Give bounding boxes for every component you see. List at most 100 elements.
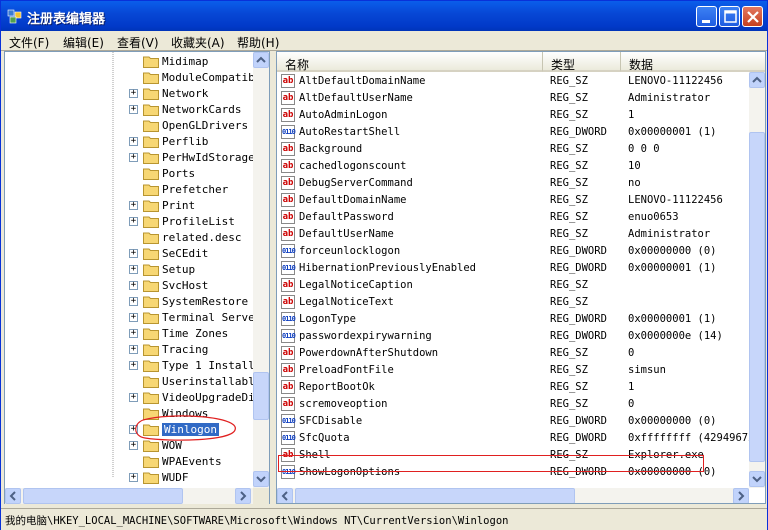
menu-favorites[interactable]: 收藏夹(A) xyxy=(171,34,225,50)
expand-toggle-icon[interactable]: + xyxy=(129,313,138,322)
scroll-left-button[interactable] xyxy=(5,488,21,504)
column-header-name[interactable]: 名称 xyxy=(277,52,543,72)
minimize-button[interactable] xyxy=(696,6,717,27)
value-row[interactable]: 0110 SFCDisable REG_DWORD 0x00000000 (0) xyxy=(277,413,765,430)
column-header-type[interactable]: 类型 xyxy=(543,52,621,72)
expand-toggle-icon[interactable]: + xyxy=(129,137,138,146)
string-value-icon: ab xyxy=(281,108,295,122)
expand-toggle-icon[interactable]: + xyxy=(129,345,138,354)
registry-tree-pane[interactable]: Midimap ModuleCompatib + Network + NetworkCar… xyxy=(4,51,270,504)
regedit-app-icon xyxy=(7,9,22,24)
value-row[interactable]: ab AutoAdminLogon REG_SZ 1 xyxy=(277,107,765,124)
folder-icon xyxy=(143,456,159,468)
list-horizontal-scrollbar[interactable] xyxy=(277,488,749,503)
value-row[interactable]: ab DefaultDomainName REG_SZ LENOVO-11122456 xyxy=(277,192,765,209)
menu-file[interactable]: 文件(F) xyxy=(9,34,49,50)
list-scroll-thumb[interactable] xyxy=(749,132,765,462)
close-button[interactable] xyxy=(742,6,763,27)
scroll-up-button[interactable] xyxy=(253,52,269,68)
dword-value-icon: 0110 xyxy=(281,312,296,326)
expand-toggle-icon[interactable]: + xyxy=(129,89,138,98)
value-row[interactable]: ab PreloadFontFile REG_SZ simsun xyxy=(277,362,765,379)
value-row[interactable]: ab cachedlogonscount REG_SZ 10 xyxy=(277,158,765,175)
value-data: 0 0 0 xyxy=(628,143,660,155)
value-row[interactable]: ab Background REG_SZ 0 0 0 xyxy=(277,141,765,158)
string-value-icon: ab xyxy=(281,380,295,394)
expand-toggle-icon[interactable]: + xyxy=(129,201,138,210)
column-header-data[interactable]: 数据 xyxy=(621,52,765,72)
value-row[interactable]: 0110 forceunlocklogon REG_DWORD 0x00000000 … xyxy=(277,243,765,260)
value-row[interactable]: ab DefaultUserName REG_SZ Administrator xyxy=(277,226,765,243)
value-type: REG_SZ xyxy=(550,211,588,223)
value-type: REG_SZ xyxy=(550,143,588,155)
value-row[interactable]: ab AltDefaultDomainName REG_SZ LENOVO-11122… xyxy=(277,73,765,90)
expand-toggle-icon[interactable]: + xyxy=(129,361,138,370)
value-type: REG_SZ xyxy=(550,160,588,172)
expand-toggle-icon[interactable]: + xyxy=(129,249,138,258)
tree-item-label: Network xyxy=(162,87,209,100)
scroll-corner xyxy=(253,488,269,504)
value-type: REG_SZ xyxy=(550,347,588,359)
folder-icon xyxy=(143,200,159,212)
list-scroll-down-button[interactable] xyxy=(749,471,765,487)
scroll-down-button[interactable] xyxy=(253,471,269,487)
value-row[interactable]: 0110 passwordexpirywarning REG_DWORD 0x0000… xyxy=(277,328,765,345)
expand-toggle-icon[interactable]: + xyxy=(129,393,138,402)
scroll-down-icon xyxy=(752,476,762,483)
value-row[interactable]: ab DefaultPassword REG_SZ enuo0653 xyxy=(277,209,765,226)
menu-view[interactable]: 查看(V) xyxy=(117,34,159,50)
value-row[interactable]: 0110 SfcQuota REG_DWORD 0xffffffff (4294967… xyxy=(277,430,765,447)
maximize-button[interactable] xyxy=(719,6,740,27)
value-row[interactable]: ab scremoveoption REG_SZ 0 xyxy=(277,396,765,413)
expand-toggle-icon[interactable]: + xyxy=(129,281,138,290)
value-name: PreloadFontFile xyxy=(299,364,394,376)
value-data: 0xffffffff (42949672 xyxy=(628,432,755,444)
list-scroll-up-button[interactable] xyxy=(749,72,765,88)
string-value-icon: ab xyxy=(281,91,295,105)
value-row[interactable]: ab LegalNoticeText REG_SZ xyxy=(277,294,765,311)
scroll-thumb[interactable] xyxy=(253,372,269,420)
close-icon xyxy=(747,11,759,23)
tree-horizontal-scrollbar[interactable] xyxy=(5,488,269,504)
expand-toggle-icon[interactable]: + xyxy=(129,297,138,306)
folder-icon xyxy=(143,360,159,372)
folder-icon xyxy=(143,392,159,404)
value-data: 0x00000001 (1) xyxy=(628,313,717,325)
tree-item-label: related.desc xyxy=(162,231,242,244)
scroll-right-button[interactable] xyxy=(235,488,251,504)
expand-toggle-icon[interactable]: + xyxy=(129,473,138,482)
value-row[interactable]: ab AltDefaultUserName REG_SZ Administrator xyxy=(277,90,765,107)
registry-values-pane[interactable]: 名称 类型 数据 ab AltDefaultDomainName REG_SZ LEN… xyxy=(276,51,766,504)
folder-icon xyxy=(143,232,159,244)
list-scroll-left-button[interactable] xyxy=(277,488,293,503)
value-row[interactable]: 0110 LogonType REG_DWORD 0x00000001 (1) xyxy=(277,311,765,328)
value-row[interactable]: 0110 AutoRestartShell REG_DWORD 0x00000001 … xyxy=(277,124,765,141)
scroll-up-icon xyxy=(256,56,266,63)
value-row[interactable]: ab ReportBootOk REG_SZ 1 xyxy=(277,379,765,396)
value-name: SfcQuota xyxy=(299,432,350,444)
value-type: REG_SZ xyxy=(550,398,588,410)
list-scroll-right-button[interactable] xyxy=(733,488,749,503)
expand-toggle-icon[interactable]: + xyxy=(129,329,138,338)
tree-item-label: SystemRestore xyxy=(162,295,249,308)
title-bar[interactable]: 注册表编辑器 xyxy=(1,1,767,31)
tree-item-label: Midimap xyxy=(162,55,209,68)
list-h-scroll-thumb[interactable] xyxy=(295,488,575,503)
value-data: 10 xyxy=(628,160,641,172)
expand-toggle-icon[interactable]: + xyxy=(129,217,138,226)
value-data: 0x0000000e (14) xyxy=(628,330,723,342)
expand-toggle-icon[interactable]: + xyxy=(129,265,138,274)
value-row[interactable]: 0110 HibernationPreviouslyEnabled REG_DWOR… xyxy=(277,260,765,277)
menu-help[interactable]: 帮助(H) xyxy=(237,34,279,50)
list-vertical-scrollbar[interactable] xyxy=(749,72,765,488)
menu-edit[interactable]: 编辑(E) xyxy=(63,34,104,50)
folder-icon xyxy=(143,152,159,164)
dword-value-icon: 0110 xyxy=(281,244,296,258)
value-row[interactable]: ab LegalNoticeCaption REG_SZ xyxy=(277,277,765,294)
value-row[interactable]: ab DebugServerCommand REG_SZ no xyxy=(277,175,765,192)
value-row[interactable]: ab PowerdownAfterShutdown REG_SZ 0 xyxy=(277,345,765,362)
expand-toggle-icon[interactable]: + xyxy=(129,105,138,114)
h-scroll-thumb[interactable] xyxy=(23,488,183,504)
expand-toggle-icon[interactable]: + xyxy=(129,153,138,162)
value-type: REG_DWORD xyxy=(550,126,607,138)
